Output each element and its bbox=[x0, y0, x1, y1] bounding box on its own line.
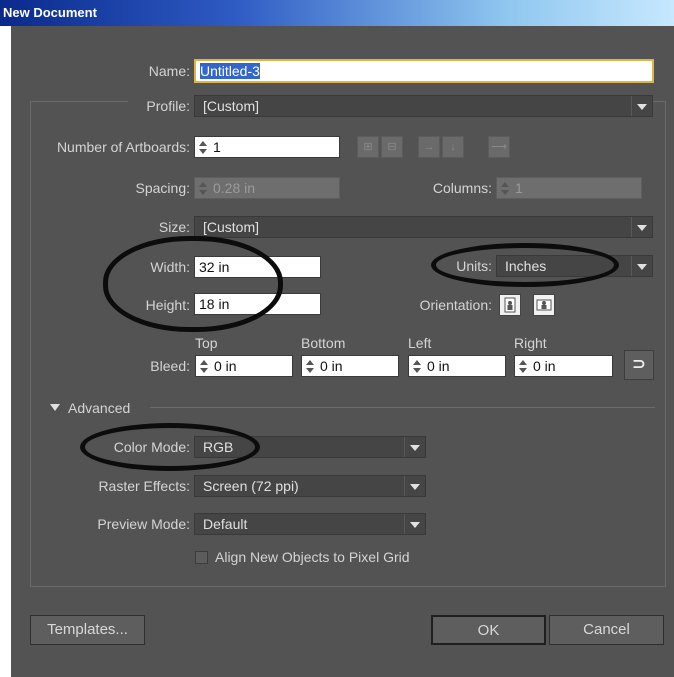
arrange-by-column-icon[interactable]: ↓ bbox=[442, 136, 464, 158]
chevron-down-icon bbox=[404, 476, 425, 496]
layout-direction-icon[interactable]: ⟶ bbox=[488, 136, 510, 158]
collapse-triangle-icon[interactable] bbox=[50, 404, 60, 411]
artboards-stepper[interactable]: 1 bbox=[194, 136, 340, 158]
spacing-label: Spacing: bbox=[135, 180, 190, 196]
bleed-label: Bleed: bbox=[150, 358, 190, 374]
bleed-top-value: 0 in bbox=[214, 358, 237, 374]
bleed-left-label: Left bbox=[408, 335, 432, 351]
grid-by-column-icon[interactable]: ⊟ bbox=[381, 136, 403, 158]
stepper-icon[interactable] bbox=[411, 358, 424, 374]
profile-value: [Custom] bbox=[203, 98, 260, 114]
spacing-stepper[interactable]: 0.28 in bbox=[194, 177, 340, 199]
window-title: New Document bbox=[0, 0, 674, 26]
profile-dropdown[interactable]: [Custom] bbox=[194, 95, 653, 117]
raster-effects-value: Screen (72 ppi) bbox=[203, 478, 299, 494]
columns-label: Columns: bbox=[432, 180, 492, 196]
pixel-grid-label: Align New Objects to Pixel Grid bbox=[215, 549, 410, 565]
bleed-bottom-label: Bottom bbox=[301, 335, 346, 351]
link-bleed-icon[interactable]: ⊃ bbox=[624, 350, 654, 380]
chevron-down-icon bbox=[404, 437, 425, 457]
size-dropdown[interactable]: [Custom] bbox=[194, 216, 653, 238]
stepper-icon[interactable] bbox=[197, 180, 210, 196]
spacing-value: 0.28 in bbox=[213, 180, 256, 196]
chevron-down-icon bbox=[631, 96, 652, 116]
columns-value: 1 bbox=[515, 180, 523, 196]
advanced-divider bbox=[150, 407, 655, 408]
grid-by-row-icon[interactable]: ⊞ bbox=[357, 136, 379, 158]
bleed-right-stepper[interactable]: 0 in bbox=[514, 355, 613, 377]
bleed-left-value: 0 in bbox=[427, 358, 450, 374]
preview-mode-value: Default bbox=[203, 516, 248, 532]
advanced-toggle[interactable]: Advanced bbox=[68, 400, 130, 416]
stepper-icon[interactable] bbox=[304, 358, 317, 374]
name-field[interactable]: Untitled-3 bbox=[194, 59, 654, 83]
annotation-circle-size bbox=[103, 236, 283, 332]
preview-mode-label: Preview Mode: bbox=[97, 516, 190, 532]
columns-stepper[interactable]: 1 bbox=[496, 177, 642, 199]
chevron-down-icon bbox=[631, 256, 652, 276]
stepper-icon[interactable] bbox=[197, 139, 210, 155]
chevron-down-icon bbox=[631, 217, 652, 237]
templates-button[interactable]: Templates... bbox=[30, 615, 145, 645]
preview-mode-dropdown[interactable]: Default bbox=[194, 513, 426, 535]
name-value: Untitled-3 bbox=[200, 63, 260, 79]
raster-effects-dropdown[interactable]: Screen (72 ppi) bbox=[194, 475, 426, 497]
pixel-grid-checkbox[interactable] bbox=[195, 551, 208, 564]
stepper-icon[interactable] bbox=[499, 180, 512, 196]
bleed-bottom-value: 0 in bbox=[320, 358, 343, 374]
annotation-circle-units bbox=[431, 243, 619, 287]
size-label: Size: bbox=[158, 219, 190, 235]
chevron-down-icon bbox=[404, 514, 425, 534]
raster-effects-label: Raster Effects: bbox=[98, 478, 190, 494]
size-value: [Custom] bbox=[203, 219, 260, 235]
bleed-right-label: Right bbox=[514, 335, 547, 351]
stepper-icon[interactable] bbox=[198, 358, 211, 374]
profile-label: Profile: bbox=[146, 98, 190, 114]
landscape-icon[interactable] bbox=[533, 294, 555, 316]
bleed-top-stepper[interactable]: 0 in bbox=[195, 355, 293, 377]
artboards-value: 1 bbox=[213, 139, 221, 155]
artboards-label: Number of Artboards: bbox=[56, 139, 190, 155]
bleed-left-stepper[interactable]: 0 in bbox=[408, 355, 506, 377]
portrait-icon[interactable] bbox=[499, 294, 521, 316]
arrange-by-row-icon[interactable]: → bbox=[418, 136, 440, 158]
name-label: Name: bbox=[148, 63, 190, 79]
bleed-top-label: Top bbox=[195, 335, 218, 351]
cancel-button[interactable]: Cancel bbox=[549, 615, 664, 645]
ok-button[interactable]: OK bbox=[431, 615, 546, 645]
stepper-icon[interactable] bbox=[517, 358, 530, 374]
orientation-label: Orientation: bbox=[419, 297, 492, 313]
bleed-bottom-stepper[interactable]: 0 in bbox=[301, 355, 399, 377]
bleed-right-value: 0 in bbox=[533, 358, 556, 374]
annotation-circle-color-mode bbox=[80, 423, 260, 471]
